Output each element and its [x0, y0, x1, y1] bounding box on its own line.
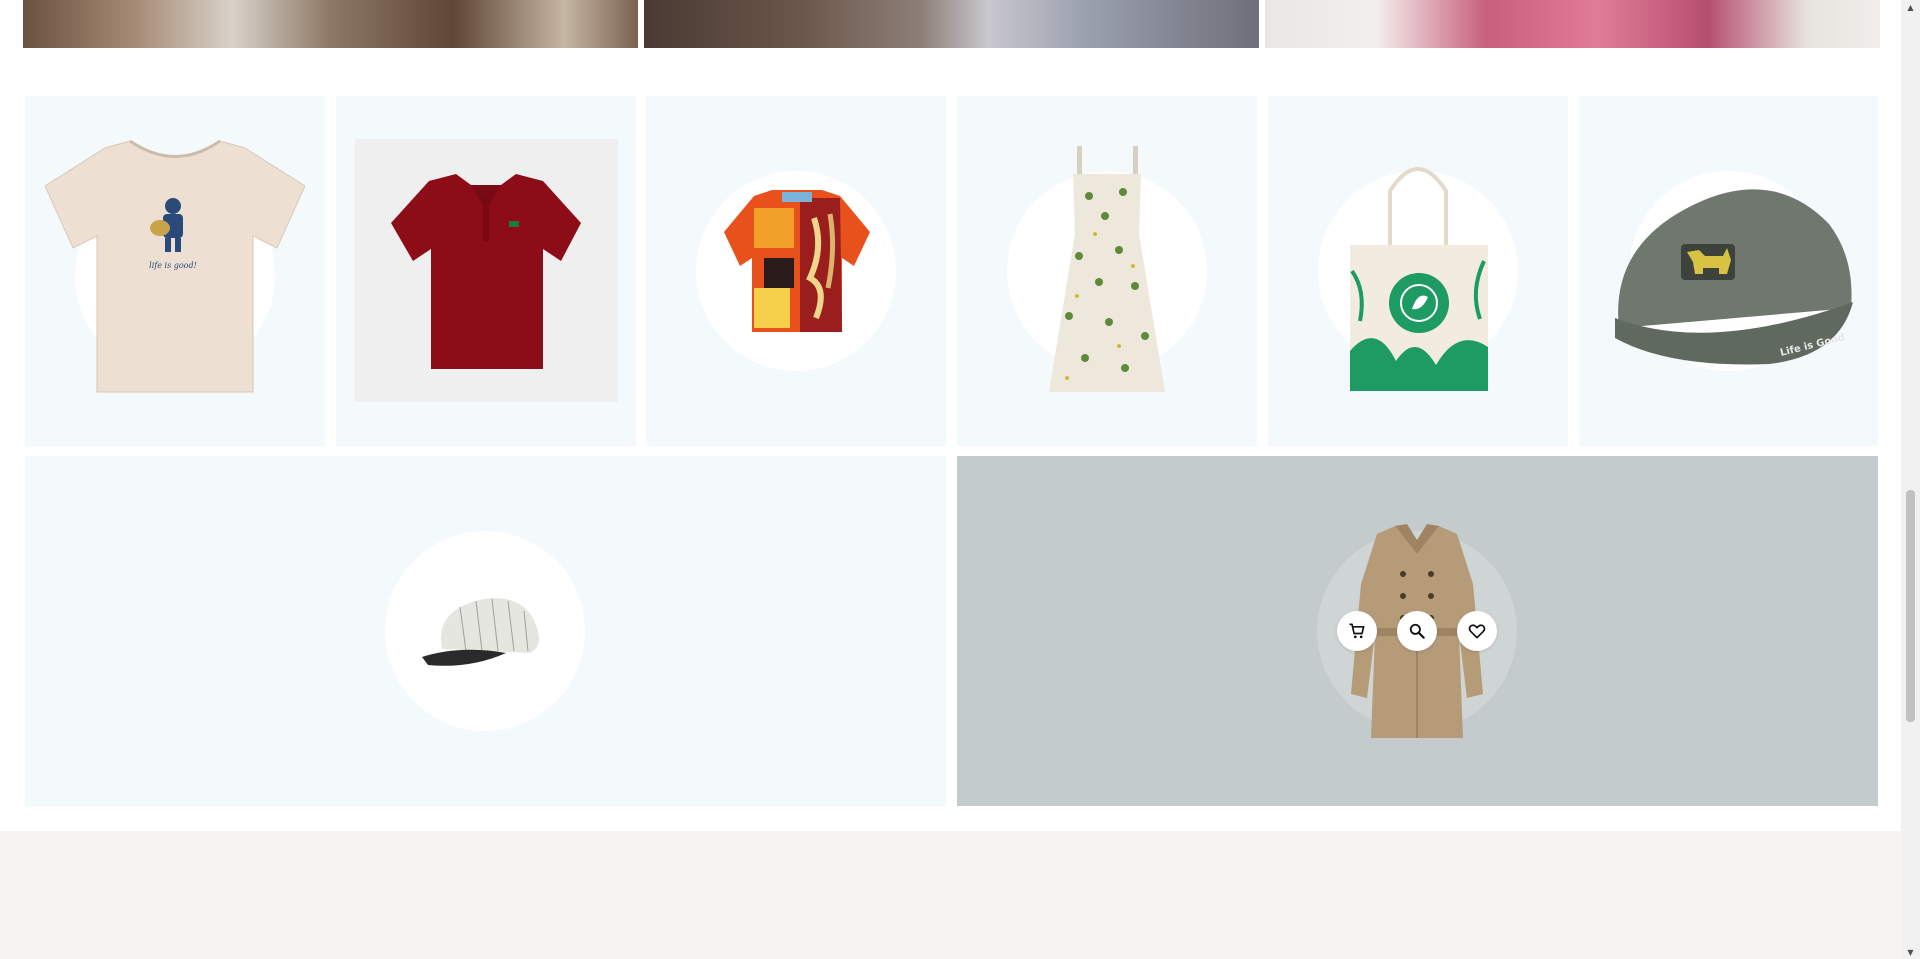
product-card-tshirt[interactable]: life is good!	[25, 96, 325, 446]
add-to-cart-button[interactable]	[1337, 611, 1377, 651]
product-card-floral-dress[interactable]	[957, 96, 1257, 446]
product-card-hawaiian-shirt[interactable]	[646, 96, 946, 446]
product-card-polo[interactable]	[336, 96, 636, 446]
search-icon	[1409, 623, 1425, 639]
tshirt-print-text: life is good!	[149, 261, 197, 270]
product-card-baseball-cap[interactable]	[25, 456, 946, 806]
quick-view-button[interactable]	[1397, 611, 1437, 651]
product-image-hawaiian-shirt	[724, 190, 870, 332]
product-card-tote-bag[interactable]	[1268, 96, 1568, 446]
scrollbar-thumb[interactable]	[1906, 490, 1915, 722]
product-image-floral-dress	[1049, 146, 1165, 392]
cart-icon	[1349, 623, 1365, 639]
product-image-baseball-cap	[422, 598, 539, 666]
scroll-down-arrow-icon[interactable]: ▼	[1901, 945, 1920, 959]
product-image-tshirt: life is good!	[45, 139, 305, 393]
banner-image-denim[interactable]	[23, 0, 638, 48]
product-card-dad-cap[interactable]: Life is Good	[1579, 96, 1878, 446]
product-card-trench-coat[interactable]	[957, 456, 1878, 806]
scroll-up-arrow-icon[interactable]: ▲	[1901, 0, 1920, 14]
page: life is good! Life is Good	[0, 0, 1901, 959]
banner-image-pink-top[interactable]	[1265, 0, 1880, 48]
product-image-dad-cap: Life is Good	[1615, 189, 1853, 365]
product-image-tote-bag	[1350, 167, 1488, 391]
wishlist-button[interactable]	[1457, 611, 1497, 651]
page-scrollbar[interactable]: ▲ ▼	[1901, 0, 1920, 959]
banner-image-model[interactable]	[644, 0, 1259, 48]
heart-icon	[1468, 624, 1486, 639]
footer-section	[0, 831, 1901, 959]
product-image-polo	[391, 174, 581, 369]
